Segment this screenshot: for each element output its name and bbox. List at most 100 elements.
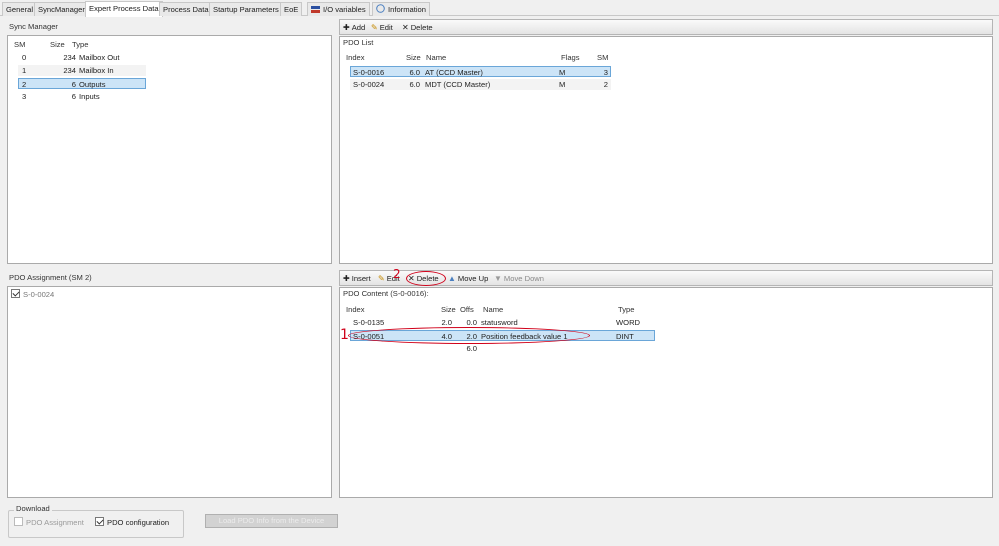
move-up-label: Move Up xyxy=(457,274,489,283)
table-row[interactable]: 3 6 Inputs xyxy=(18,91,146,102)
tab-label: Startup Parameters xyxy=(213,5,279,14)
pdo-configuration-option[interactable]: PDO configuration xyxy=(95,517,169,527)
annotation-ellipse-row xyxy=(348,327,590,344)
insert-label: Insert xyxy=(351,274,371,283)
download-title: Download xyxy=(14,504,52,513)
tab-process-data[interactable]: Process Data xyxy=(159,2,213,16)
flags-cell: M xyxy=(559,68,566,77)
column-header-index[interactable]: Index xyxy=(346,53,365,62)
pencil-icon: ✎ xyxy=(371,23,378,32)
delete-label: Delete xyxy=(410,23,433,32)
size-cell: 6 xyxy=(71,80,76,89)
tab-syncmanager[interactable]: SyncManager xyxy=(34,2,89,16)
pencil-icon: ✎ xyxy=(378,274,385,283)
annotation-ellipse-delete xyxy=(406,271,446,286)
tab-label: Information xyxy=(388,5,426,14)
table-row[interactable]: 0 234 Mailbox Out xyxy=(18,52,146,63)
tab-io-variables[interactable]: I/O variables xyxy=(307,2,370,16)
arrow-up-icon: ▲ xyxy=(448,274,456,283)
column-header-size[interactable]: Size xyxy=(406,53,421,62)
tab-label: General xyxy=(6,5,34,14)
io-variables-icon xyxy=(311,4,320,17)
pdo-assignment-title: PDO Assignment (SM 2) xyxy=(9,273,92,282)
move-down-label: Move Down xyxy=(503,274,545,283)
plus-icon: ✚ xyxy=(343,23,350,32)
index-cell: S-0-0024 xyxy=(353,80,385,89)
size-cell: 234 xyxy=(63,53,76,62)
add-button[interactable]: ✚ Add xyxy=(343,22,365,33)
move-down-button[interactable]: ▼ Move Down xyxy=(494,273,544,284)
pdo-assignment-download-checkbox[interactable] xyxy=(14,517,23,526)
tab-strip: General SyncManager Expert Process Data … xyxy=(0,0,999,17)
pdo-assignment-label: S-0-0024 xyxy=(23,290,55,299)
sm-cell: 3 xyxy=(22,92,27,101)
type-cell: DINT xyxy=(616,332,634,341)
sm-cell: 2 xyxy=(603,80,608,89)
type-cell: Mailbox In xyxy=(79,66,114,75)
pdo-assignment-option-label: PDO Assignment xyxy=(26,518,84,527)
column-header-sm[interactable]: SM xyxy=(14,40,25,49)
table-row[interactable]: 1 234 Mailbox In xyxy=(18,65,146,76)
index-cell: S-0-0135 xyxy=(353,318,385,327)
column-header-name[interactable]: Name xyxy=(426,53,446,62)
sm-cell: 1 xyxy=(22,66,27,75)
size-cell: 6.0 xyxy=(409,68,420,77)
index-cell: S-0-0016 xyxy=(353,68,385,77)
column-header-size[interactable]: Size xyxy=(441,305,456,314)
tab-label: I/O variables xyxy=(323,5,366,14)
size-cell: 6.0 xyxy=(409,80,420,89)
pdo-list-title: PDO List xyxy=(343,38,374,47)
tab-startup-parameters[interactable]: Startup Parameters xyxy=(209,2,283,16)
sm-cell: 3 xyxy=(603,68,608,77)
column-header-flags[interactable]: Flags xyxy=(561,53,580,62)
tab-eoe[interactable]: EoE xyxy=(280,2,303,16)
insert-button[interactable]: ✚ Insert xyxy=(343,273,371,284)
table-row[interactable]: 6.0 xyxy=(350,343,655,354)
pdo-content-panel: PDO Content (S-0-0016): Index Size Offs … xyxy=(339,287,993,498)
pdo-configuration-checkbox[interactable] xyxy=(95,517,104,526)
tab-label: EoE xyxy=(284,5,299,14)
tab-expert-process-data[interactable]: Expert Process Data xyxy=(85,1,163,17)
edit-button[interactable]: ✎ Edit xyxy=(371,22,393,33)
column-header-index[interactable]: Index xyxy=(346,305,365,314)
move-up-button[interactable]: ▲ Move Up xyxy=(448,273,488,284)
column-header-offs[interactable]: Offs xyxy=(460,305,474,314)
sm-cell: 0 xyxy=(22,53,27,62)
pdo-list-panel: PDO List Index Size Name Flags SM S-0-00… xyxy=(339,36,993,264)
edit-label: Edit xyxy=(379,23,393,32)
delete-x-icon: ✕ xyxy=(402,23,409,32)
plus-icon: ✚ xyxy=(343,274,350,283)
add-label: Add xyxy=(351,23,366,32)
type-cell: Outputs xyxy=(79,80,106,89)
type-cell: Inputs xyxy=(79,92,100,101)
type-cell: WORD xyxy=(616,318,641,327)
annotation-marker-2: 2 xyxy=(393,267,401,281)
information-icon xyxy=(376,4,385,17)
name-cell: AT (CCD Master) xyxy=(425,68,483,77)
tab-label: Expert Process Data xyxy=(89,4,159,13)
flags-cell: M xyxy=(559,80,566,89)
delete-button[interactable]: ✕ Delete xyxy=(402,22,433,33)
pdo-assignment-checkbox[interactable] xyxy=(11,289,20,298)
sync-manager-title: Sync Manager xyxy=(9,22,58,31)
table-row[interactable]: 2 6 Outputs xyxy=(18,78,146,89)
table-row[interactable]: S-0-0016 6.0 AT (CCD Master) M 3 xyxy=(350,66,611,77)
tab-information[interactable]: Information xyxy=(372,2,430,16)
pdo-assignment-option[interactable]: PDO Assignment xyxy=(14,517,84,527)
tab-general[interactable]: General xyxy=(2,2,38,16)
type-cell: Mailbox Out xyxy=(79,53,120,62)
table-row[interactable]: S-0-0024 6.0 MDT (CCD Master) M 2 xyxy=(350,79,611,90)
column-header-sm[interactable]: SM xyxy=(597,53,608,62)
sm-cell: 2 xyxy=(22,80,27,89)
column-header-type[interactable]: Type xyxy=(72,40,88,49)
column-header-type[interactable]: Type xyxy=(618,305,634,314)
pdo-content-title: PDO Content (S-0-0016): xyxy=(343,289,429,298)
offs-cell: 6.0 xyxy=(466,344,477,353)
sync-manager-panel: SM Size Type 0 234 Mailbox Out 1 234 Mai… xyxy=(7,35,332,264)
load-pdo-info-button[interactable]: Load PDO Info from the Device xyxy=(205,514,338,528)
pdo-list-toolbar: ✚ Add ✎ Edit ✕ Delete xyxy=(339,19,993,35)
pdo-assignment-item[interactable]: S-0-0024 xyxy=(11,289,54,299)
column-header-name[interactable]: Name xyxy=(483,305,503,314)
column-header-size[interactable]: Size xyxy=(50,40,65,49)
arrow-down-icon: ▼ xyxy=(494,274,502,283)
